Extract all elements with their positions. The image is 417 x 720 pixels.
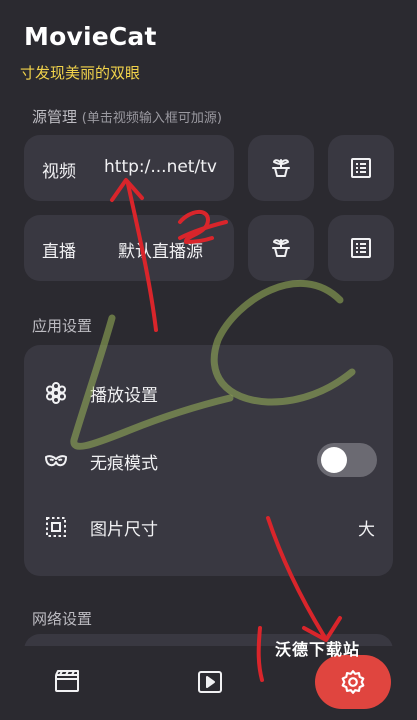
play-icon[interactable] — [196, 668, 224, 696]
image-size-icon — [46, 517, 66, 537]
plant-icon — [272, 239, 290, 257]
live-source-value: 默认直播源 — [118, 242, 203, 262]
incognito-toggle[interactable] — [317, 443, 377, 477]
setting-label-incognito: 无痕模式 — [90, 454, 158, 474]
live-source-list-button[interactable] — [328, 215, 394, 281]
setting-label-playback: 播放设置 — [90, 386, 158, 406]
plant-icon — [272, 159, 290, 177]
network-settings-title: 网络设置 — [32, 610, 93, 628]
app-settings-title: 应用设置 — [32, 317, 93, 335]
source-section-title: 源管理 — [32, 108, 78, 126]
live-source-field[interactable]: 直播 默认直播源 — [24, 215, 234, 281]
live-source-label: 直播 — [42, 242, 76, 262]
film-icon[interactable] — [53, 668, 81, 696]
incognito-toggle-knob — [321, 447, 347, 473]
video-source-list-button[interactable] — [328, 135, 394, 201]
app-settings-card: 播放设置 无痕模式 图片尺寸 大 — [24, 345, 393, 576]
watermark-text: 沃德下载站 — [275, 640, 361, 659]
settings-nav-button[interactable] — [315, 655, 391, 709]
gear-icon — [341, 670, 365, 694]
video-source-plant-button[interactable] — [248, 135, 314, 201]
source-section-hint: (单击视频输入框可加源) — [81, 111, 222, 126]
list-icon — [351, 238, 371, 258]
setting-row-incognito[interactable]: 无痕模式 — [24, 433, 393, 489]
video-source-label: 视频 — [42, 162, 76, 182]
mask-icon — [45, 455, 67, 467]
setting-row-image-size[interactable]: 图片尺寸 大 — [24, 499, 393, 555]
source-section-header: 源管理 (单击视频输入框可加源) — [32, 106, 222, 127]
video-source-value: http:/...net/tv — [104, 157, 217, 177]
setting-label-image-size: 图片尺寸 — [90, 520, 158, 540]
live-source-plant-button[interactable] — [248, 215, 314, 281]
flower-icon — [46, 382, 66, 404]
video-source-field[interactable]: 视频 http:/...net/tv — [24, 135, 234, 201]
list-icon — [351, 158, 371, 178]
image-size-value: 大 — [358, 520, 375, 540]
app-title: MovieCat — [24, 22, 157, 51]
app-slogan: 寸发现美丽的双眼 — [20, 64, 141, 82]
setting-row-playback[interactable]: 播放设置 — [24, 365, 393, 421]
